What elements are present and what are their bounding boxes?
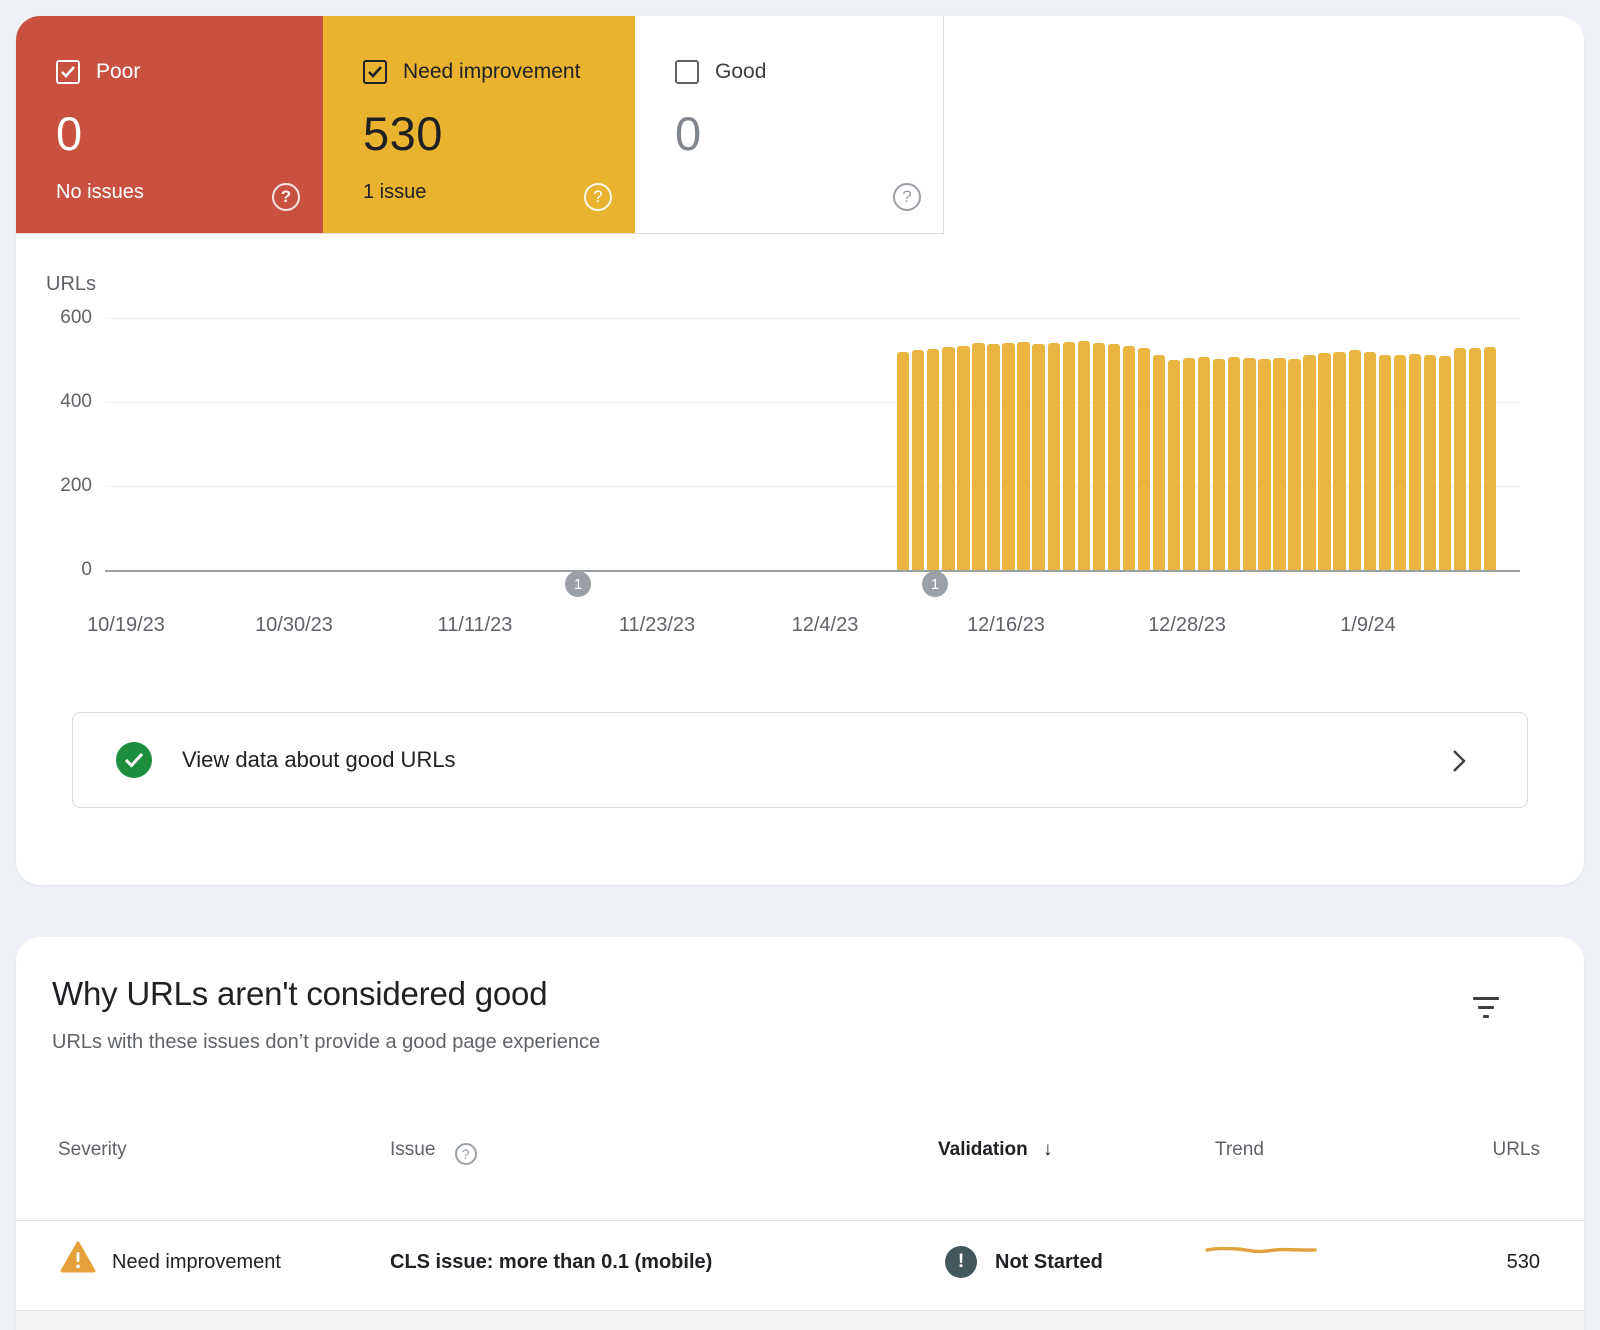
bar-day-30[interactable] bbox=[1349, 350, 1361, 570]
urls-bar-chart[interactable]: URLs 600 400 200 0 1 1 10/19/23 10/30/23 11/11… bbox=[16, 16, 1584, 676]
bar-day-19[interactable] bbox=[1183, 358, 1195, 570]
bar-day-16[interactable] bbox=[1138, 348, 1150, 570]
bar-day-22[interactable] bbox=[1228, 357, 1240, 570]
good-check-icon bbox=[116, 742, 152, 778]
banner-label: View data about good URLs bbox=[182, 747, 456, 773]
row-validation: Not Started bbox=[995, 1251, 1103, 1274]
bar-day-6[interactable] bbox=[987, 344, 999, 570]
section-title: Why URLs aren't considered good bbox=[52, 975, 547, 1013]
severity-header-label: Severity bbox=[58, 1139, 127, 1160]
bar-day-28[interactable] bbox=[1318, 353, 1330, 570]
bar-day-8[interactable] bbox=[1017, 342, 1029, 570]
sort-descending-icon: ↓ bbox=[1043, 1139, 1053, 1160]
x-tick-label: 12/4/23 bbox=[745, 614, 905, 637]
x-tick-label: 12/28/23 bbox=[1107, 614, 1267, 637]
bar-day-11[interactable] bbox=[1063, 342, 1075, 570]
checkmark-icon bbox=[124, 752, 144, 768]
column-header-validation[interactable]: Validation ↓ bbox=[938, 1139, 1053, 1161]
x-tick-label: 10/30/23 bbox=[214, 614, 374, 637]
chevron-right-icon[interactable] bbox=[1451, 747, 1467, 780]
gridline-0 bbox=[105, 570, 1520, 572]
bar-day-10[interactable] bbox=[1048, 343, 1060, 570]
column-header-urls[interactable]: URLs bbox=[1492, 1139, 1540, 1161]
bar-day-33[interactable] bbox=[1394, 355, 1406, 570]
bar-day-17[interactable] bbox=[1153, 355, 1165, 570]
not-started-icon: ! bbox=[945, 1246, 977, 1278]
x-tick-label: 11/23/23 bbox=[577, 614, 737, 637]
issue-help-icon[interactable]: ? bbox=[455, 1143, 477, 1165]
chart-annotation-marker[interactable]: 1 bbox=[922, 571, 948, 597]
warning-triangle-icon bbox=[60, 1241, 96, 1274]
bar-day-12[interactable] bbox=[1078, 341, 1090, 570]
bar-day-3[interactable] bbox=[942, 347, 954, 570]
bar-day-37[interactable] bbox=[1454, 348, 1466, 570]
core-web-vitals-report: { "colors": { "poor_red": "#c8523f", "ne… bbox=[0, 0, 1600, 1330]
bar-day-35[interactable] bbox=[1424, 355, 1436, 570]
y-tick-label: 0 bbox=[34, 559, 92, 581]
view-good-urls-banner[interactable]: View data about good URLs bbox=[72, 712, 1528, 808]
bar-day-13[interactable] bbox=[1093, 343, 1105, 570]
bar-day-14[interactable] bbox=[1108, 344, 1120, 570]
bar-day-26[interactable] bbox=[1288, 359, 1300, 570]
bar-day-21[interactable] bbox=[1213, 359, 1225, 570]
bar-day-29[interactable] bbox=[1333, 352, 1345, 570]
bar-day-38[interactable] bbox=[1469, 348, 1481, 570]
bar-day-27[interactable] bbox=[1303, 355, 1315, 570]
issue-header-label: Issue bbox=[390, 1139, 435, 1160]
bar-day-2[interactable] bbox=[927, 349, 939, 570]
section-subtitle: URLs with these issues don’t provide a g… bbox=[52, 1031, 600, 1054]
bar-day-31[interactable] bbox=[1364, 352, 1376, 570]
y-axis-title: URLs bbox=[46, 273, 96, 296]
bar-day-1[interactable] bbox=[912, 350, 924, 570]
row-issue: CLS issue: more than 0.1 (mobile) bbox=[390, 1251, 712, 1274]
bar-day-32[interactable] bbox=[1379, 355, 1391, 570]
bar-day-20[interactable] bbox=[1198, 357, 1210, 570]
bar-day-15[interactable] bbox=[1123, 346, 1135, 570]
issues-panel: Why URLs aren't considered good URLs wit… bbox=[16, 937, 1584, 1330]
bar-day-24[interactable] bbox=[1258, 359, 1270, 570]
report-panel: Poor 0 No issues ? Need improvement 530 … bbox=[16, 16, 1584, 885]
bar-day-4[interactable] bbox=[957, 346, 969, 570]
bar-day-9[interactable] bbox=[1032, 344, 1044, 570]
y-tick-label: 200 bbox=[34, 475, 92, 497]
x-tick-label: 10/19/23 bbox=[46, 614, 206, 637]
bar-day-0[interactable] bbox=[897, 352, 909, 570]
bar-day-39[interactable] bbox=[1484, 347, 1496, 570]
trend-header-label: Trend bbox=[1215, 1139, 1264, 1160]
validation-header-label: Validation bbox=[938, 1139, 1028, 1160]
trend-sparkline bbox=[1205, 1242, 1317, 1258]
y-tick-label: 600 bbox=[34, 307, 92, 329]
row-urls: 530 bbox=[1507, 1251, 1540, 1274]
gridline-600 bbox=[105, 318, 1520, 319]
bar-day-7[interactable] bbox=[1002, 343, 1014, 570]
column-header-issue[interactable]: Issue ? bbox=[390, 1139, 477, 1165]
bar-day-5[interactable] bbox=[972, 343, 984, 570]
x-tick-label: 11/11/23 bbox=[395, 614, 555, 637]
bar-day-34[interactable] bbox=[1409, 354, 1421, 570]
x-tick-label: 1/9/24 bbox=[1288, 614, 1448, 637]
y-tick-label: 400 bbox=[34, 391, 92, 413]
row-severity: Need improvement bbox=[112, 1251, 281, 1274]
x-tick-label: 12/16/23 bbox=[926, 614, 1086, 637]
table-footer-strip bbox=[16, 1311, 1584, 1330]
bar-day-23[interactable] bbox=[1243, 358, 1255, 570]
urls-header-label: URLs bbox=[1492, 1139, 1540, 1160]
filter-icon[interactable] bbox=[1471, 995, 1501, 1019]
column-header-trend[interactable]: Trend bbox=[1215, 1139, 1264, 1161]
bar-day-18[interactable] bbox=[1168, 360, 1180, 570]
column-header-severity[interactable]: Severity bbox=[58, 1139, 127, 1161]
bar-day-36[interactable] bbox=[1439, 356, 1451, 570]
bar-day-25[interactable] bbox=[1273, 358, 1285, 570]
chart-annotation-marker[interactable]: 1 bbox=[565, 571, 591, 597]
